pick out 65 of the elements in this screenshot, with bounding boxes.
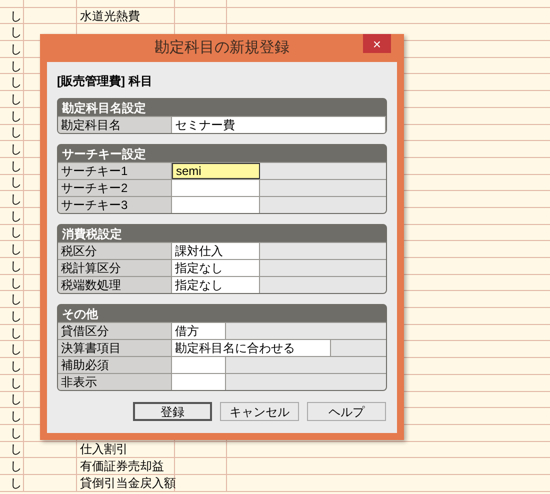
dialog-button[interactable]: キャンセル (220, 402, 299, 421)
cell-text: し (10, 410, 22, 422)
field-label: サーチキー1 (58, 163, 172, 179)
field-label: 税計算区分 (58, 260, 172, 276)
input-field[interactable] (172, 180, 260, 196)
cell-text: し (10, 476, 22, 489)
group-title: 消費税設定 (61, 226, 123, 242)
cell-text: し (10, 310, 22, 322)
input-field[interactable]: 指定なし (172, 277, 260, 293)
cell-text: し (10, 60, 22, 72)
cell-text: し (10, 110, 22, 122)
cell-text: し (10, 376, 22, 389)
input-field[interactable]: セミナー費 (172, 117, 386, 133)
cell-text: し (10, 92, 22, 105)
cell-text: し (10, 360, 22, 372)
cell-text: し (10, 460, 22, 472)
group-title: 勘定科目名設定 (61, 100, 147, 116)
input-field[interactable]: 勘定科目名に合わせる (172, 340, 331, 356)
cell-text: し (10, 276, 22, 289)
cell-text: し (10, 243, 22, 256)
cell-text: し (10, 426, 22, 439)
cell-text: し (10, 443, 22, 456)
cell-text: し (10, 10, 22, 22)
field-label: サーチキー3 (58, 197, 172, 213)
account-name: 仕入割引 (80, 443, 128, 456)
account-name: 貸倒引当金戻入額 (80, 476, 176, 489)
account-name: 水道光熱費 (80, 10, 140, 22)
cell-text: し (10, 160, 22, 172)
cell-text: し (10, 260, 22, 272)
group-title: サーチキー設定 (61, 146, 147, 162)
cell-text: し (10, 26, 22, 38)
cell-text: し (10, 76, 22, 88)
close-button[interactable]: × (363, 34, 391, 53)
input-field[interactable]: semi (172, 163, 260, 179)
field-label: 勘定科目名 (58, 117, 172, 133)
field-label: 決算書項目 (58, 340, 172, 356)
cell-text: し (10, 326, 22, 339)
window-title: 勘定科目の新規登録 (154, 38, 290, 58)
field-label: 貸借区分 (58, 323, 172, 339)
group-title: その他 (61, 306, 99, 322)
dialog-button[interactable]: ヘルプ (307, 402, 386, 421)
input-field[interactable]: 課対仕入 (172, 243, 260, 259)
field-label: 税区分 (58, 243, 172, 259)
dialog-heading: [販売管理費] 科目 (57, 73, 154, 90)
field-label: 税端数処理 (58, 277, 172, 293)
input-field[interactable]: 指定なし (172, 260, 260, 276)
field-label: サーチキー2 (58, 180, 172, 196)
cell-text: し (10, 226, 22, 238)
cell-text: し (10, 143, 22, 156)
cell-text: し (10, 42, 22, 55)
dialog-button[interactable]: 登録 (133, 402, 212, 421)
input-field[interactable] (172, 357, 226, 373)
input-field[interactable]: 借方 (172, 323, 226, 339)
input-field[interactable] (172, 197, 260, 213)
cell-text: し (10, 210, 22, 222)
input-field[interactable] (172, 374, 226, 390)
field-label: 非表示 (58, 374, 172, 390)
field-label: 補助必須 (58, 357, 172, 373)
cell-text: し (10, 176, 22, 188)
cell-text: し (10, 343, 22, 356)
cell-text: し (10, 293, 22, 306)
cell-text: し (10, 393, 22, 406)
account-name: 有価証券売却益 (80, 460, 164, 472)
cell-text: し (10, 193, 22, 206)
cell-text: し (10, 126, 22, 138)
